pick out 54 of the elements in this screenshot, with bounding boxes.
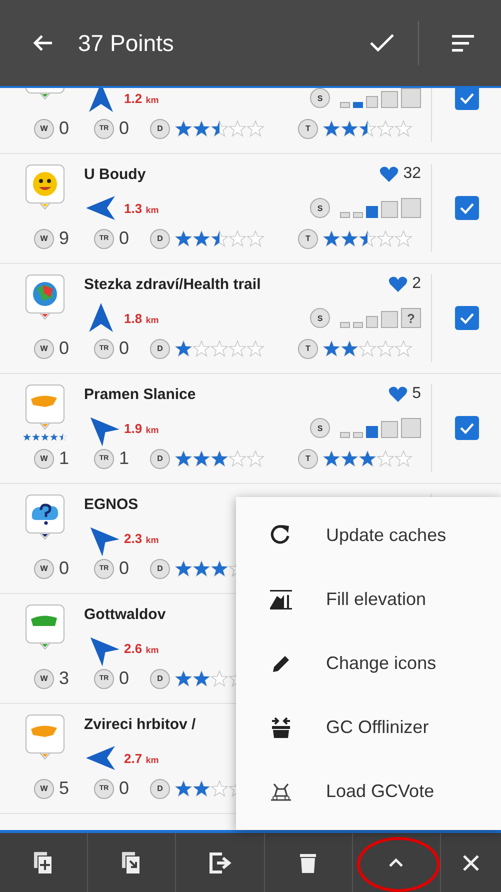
screen-title: 37 Points (78, 30, 175, 56)
favorites-count: 5 (412, 385, 421, 403)
waypoint-count: 0 (59, 338, 70, 359)
trackable-count: 0 (119, 558, 130, 579)
cache-name: Gottwaldov (84, 606, 166, 622)
badge: T (298, 228, 318, 248)
badge: S (310, 418, 330, 438)
trackable-count: 0 (119, 338, 130, 359)
badge: T (298, 118, 318, 138)
distance-label: 1.3 km (124, 200, 159, 216)
favorites-count: 2 (412, 275, 421, 293)
distance-label: 1.8 km (124, 310, 159, 326)
badge: D (150, 228, 170, 248)
badge: D (150, 338, 170, 358)
favorites-count: 32 (403, 165, 421, 183)
trackable-count: 0 (119, 118, 130, 139)
badge: D (150, 448, 170, 468)
cache-name: EGNOS (84, 496, 138, 512)
badge: S (310, 198, 330, 218)
badge: W (34, 338, 54, 358)
cache-name: Stezka zdraví/Health trail (84, 276, 261, 292)
badge: D (150, 118, 170, 138)
waypoint-count: 0 (59, 118, 70, 139)
badge: D (150, 778, 170, 798)
distance-label: 2.3 km (124, 530, 159, 546)
waypoint-count: 1 (59, 448, 70, 469)
badge: D (150, 558, 170, 578)
badge: W (34, 448, 54, 468)
trackable-count: 0 (119, 778, 130, 799)
distance-label: 2.6 km (124, 640, 159, 656)
badge: W (34, 228, 54, 248)
distance-label: 1.9 km (124, 420, 159, 436)
badge: W (34, 778, 54, 798)
cache-name: Zvireci hrbitov / (84, 716, 196, 732)
badge: T (298, 448, 318, 468)
badge: S (310, 88, 330, 108)
cache-name: U Boudy (84, 166, 146, 182)
badge: D (150, 668, 170, 688)
unknown-size-mark: ? (407, 312, 415, 324)
badge: T (298, 338, 318, 358)
badge: W (34, 668, 54, 688)
waypoint-count: 5 (59, 778, 70, 799)
badge: W (34, 118, 54, 138)
distance-label: 2.7 km (124, 750, 159, 766)
trackable-count: 1 (119, 448, 130, 469)
cache-name: Pramen Slanice (84, 386, 196, 402)
badge: W (34, 558, 54, 578)
waypoint-count: 9 (59, 228, 70, 249)
waypoint-count: 3 (59, 668, 70, 689)
badge: S (310, 308, 330, 328)
distance-label: 1.2 km (124, 90, 159, 106)
waypoint-count: 0 (59, 558, 70, 579)
trackable-count: 0 (119, 228, 130, 249)
trackable-count: 0 (119, 668, 130, 689)
